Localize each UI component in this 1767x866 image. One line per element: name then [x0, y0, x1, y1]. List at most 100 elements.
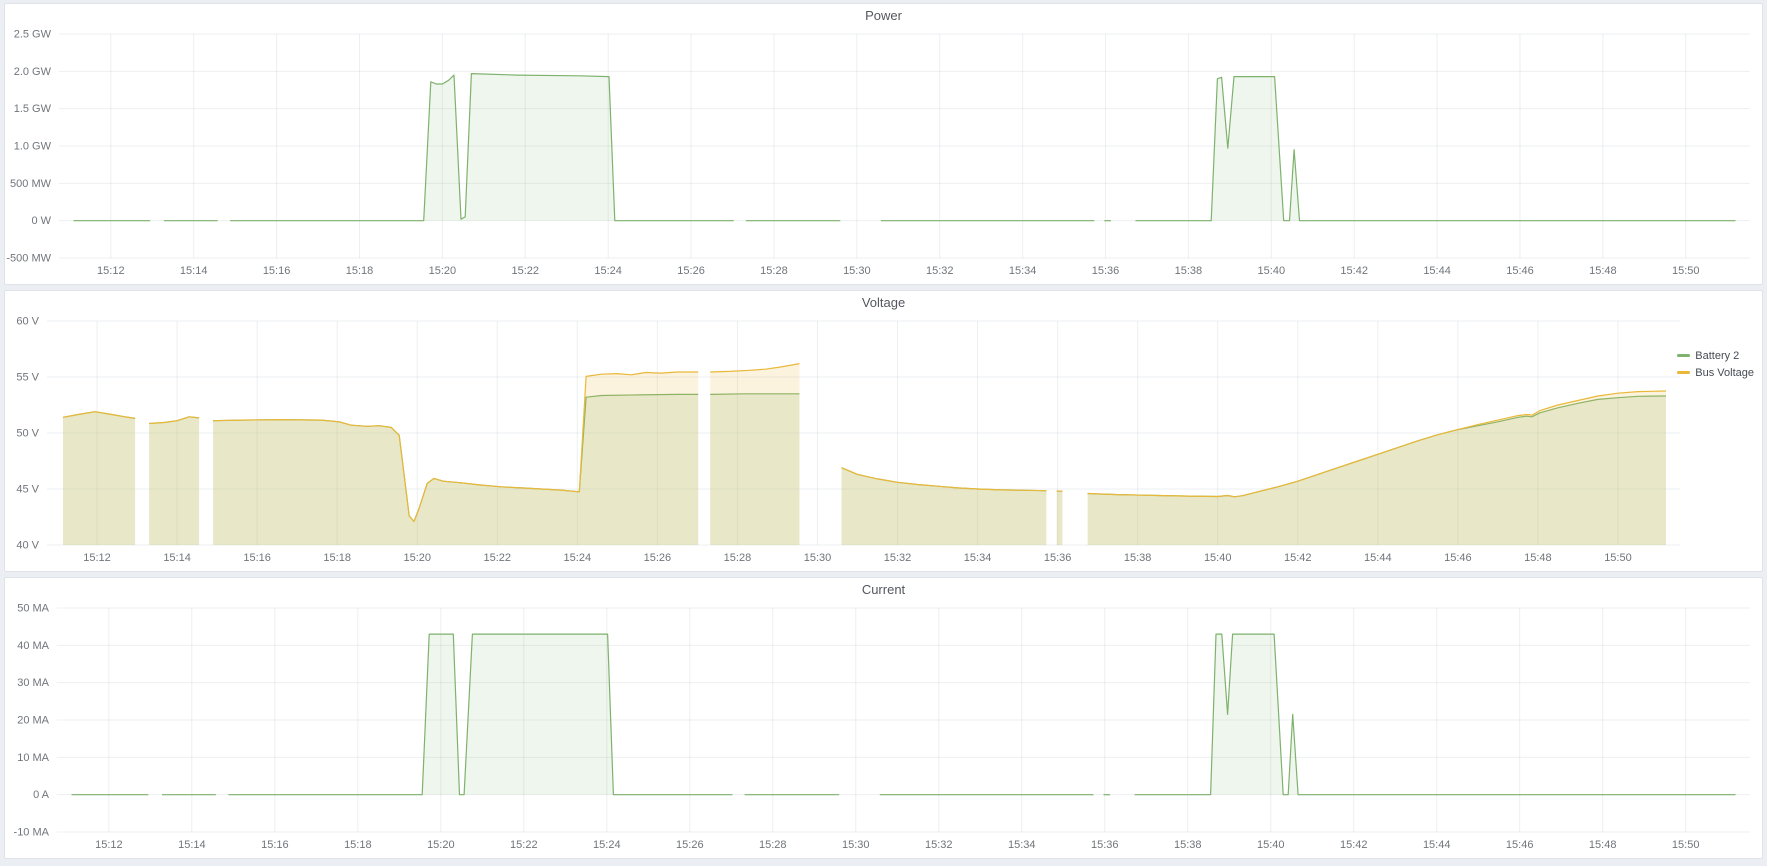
x-tick-label: 15:16 [261, 839, 289, 851]
series-area [1088, 391, 1666, 545]
voltage-chart[interactable]: 60 V55 V50 V45 V40 V15:1215:1415:1615:18… [5, 315, 1762, 571]
y-tick-label: 0 W [31, 215, 51, 227]
x-tick-label: 15:32 [925, 839, 953, 851]
legend-swatch-icon [1677, 371, 1690, 374]
x-tick-label: 15:22 [512, 265, 540, 277]
x-tick-label: 15:50 [1604, 552, 1632, 564]
x-tick-label: 15:18 [346, 265, 374, 277]
x-tick-label: 15:48 [1589, 265, 1617, 277]
current-chart[interactable]: 50 MA40 MA30 MA20 MA10 MA0 A-10 MA15:121… [5, 602, 1762, 858]
y-tick-label: 50 MA [17, 603, 49, 615]
x-tick-label: 15:14 [163, 552, 191, 564]
x-tick-label: 15:44 [1423, 839, 1451, 851]
x-tick-label: 15:24 [593, 839, 621, 851]
y-tick-label: 40 V [16, 540, 39, 552]
y-tick-label: 40 MA [17, 640, 49, 652]
x-tick-label: 15:46 [1506, 839, 1534, 851]
x-tick-label: 15:20 [429, 265, 457, 277]
panel-title-power[interactable]: Power [5, 4, 1762, 28]
x-tick-label: 15:50 [1672, 265, 1700, 277]
x-tick-label: 15:12 [95, 839, 123, 851]
x-tick-label: 15:24 [564, 552, 592, 564]
x-tick-label: 15:50 [1672, 839, 1700, 851]
legend-swatch-icon [1677, 354, 1690, 357]
series-area [1135, 634, 1736, 795]
x-tick-label: 15:48 [1524, 552, 1552, 564]
power-chart[interactable]: 2.5 GW 2.0 GW 1.5 GW 1.0 GW 500 MW 0 W -500 MW… [5, 28, 1762, 284]
series-area [1057, 491, 1063, 545]
x-tick-label: 15:24 [594, 265, 622, 277]
series-area [63, 412, 135, 545]
x-tick-label: 15:28 [759, 839, 787, 851]
x-tick-label: 15:16 [243, 552, 271, 564]
x-tick-label: 15:46 [1444, 552, 1472, 564]
y-tick-label: 2.5 GW [14, 29, 52, 41]
panel-title-current[interactable]: Current [5, 578, 1762, 602]
x-tick-label: 15:34 [1008, 839, 1036, 851]
x-tick-label: 15:14 [178, 839, 206, 851]
x-tick-label: 15:40 [1204, 552, 1232, 564]
x-tick-label: 15:20 [427, 839, 455, 851]
power-plot-svg[interactable]: 2.5 GW 2.0 GW 1.5 GW 1.0 GW 500 MW 0 W -500 MW… [5, 28, 1762, 284]
x-tick-label: 15:42 [1284, 552, 1312, 564]
y-tick-label: 0 A [33, 789, 50, 801]
panel-current: Current 50 MA40 MA30 MA20 MA10 MA0 A-10 … [4, 577, 1763, 859]
x-tick-label: 15:26 [644, 552, 672, 564]
x-tick-label: 15:22 [484, 552, 512, 564]
x-tick-label: 15:40 [1258, 265, 1286, 277]
x-tick-label: 15:36 [1092, 265, 1120, 277]
x-tick-label: 15:38 [1124, 552, 1152, 564]
x-tick-label: 15:30 [804, 552, 832, 564]
x-tick-label: 15:38 [1174, 839, 1202, 851]
y-tick-label: 30 MA [17, 677, 49, 689]
series-area [842, 468, 1047, 545]
legend: Battery 2 Bus Voltage [1677, 347, 1754, 381]
x-tick-label: 15:12 [97, 265, 125, 277]
x-tick-label: 15:30 [842, 839, 870, 851]
x-tick-label: 15:40 [1257, 839, 1285, 851]
x-tick-label: 15:20 [403, 552, 431, 564]
y-tick-label: 55 V [16, 372, 39, 384]
x-tick-label: 15:30 [843, 265, 871, 277]
x-tick-label: 15:28 [724, 552, 752, 564]
y-tick-label: 50 V [16, 428, 39, 440]
y-tick-label: 10 MA [17, 752, 49, 764]
legend-label: Battery 2 [1695, 350, 1739, 362]
y-tick-label: 1.5 GW [14, 103, 52, 115]
series-area [1135, 77, 1735, 221]
x-tick-label: 15:26 [676, 839, 704, 851]
x-tick-label: 15:42 [1340, 839, 1368, 851]
x-tick-label: 15:32 [884, 552, 912, 564]
series-area [230, 74, 734, 221]
x-tick-label: 15:14 [180, 265, 208, 277]
x-tick-label: 15:46 [1506, 265, 1534, 277]
current-plot-svg[interactable]: 50 MA40 MA30 MA20 MA10 MA0 A-10 MA15:121… [5, 602, 1762, 858]
y-tick-label: -500 MW [6, 253, 51, 265]
legend-item-bus-voltage[interactable]: Bus Voltage [1677, 364, 1754, 381]
x-tick-label: 15:18 [323, 552, 351, 564]
x-tick-label: 15:44 [1423, 265, 1451, 277]
x-tick-label: 15:48 [1589, 839, 1617, 851]
x-tick-label: 15:36 [1091, 839, 1119, 851]
panel-voltage: Voltage 60 V55 V50 V45 V40 V15:1215:1415… [4, 290, 1763, 572]
x-tick-label: 15:18 [344, 839, 372, 851]
x-tick-label: 15:26 [677, 265, 705, 277]
y-tick-label: -10 MA [14, 827, 50, 839]
voltage-plot-svg[interactable]: 60 V55 V50 V45 V40 V15:1215:1415:1615:18… [5, 315, 1762, 571]
panel-title-voltage[interactable]: Voltage [5, 291, 1762, 315]
y-tick-label: 60 V [16, 316, 39, 328]
x-tick-label: 15:42 [1340, 265, 1368, 277]
x-tick-label: 15:38 [1175, 265, 1203, 277]
x-tick-label: 15:34 [1009, 265, 1037, 277]
series-area [228, 634, 732, 795]
x-tick-label: 15:34 [964, 552, 992, 564]
legend-label: Bus Voltage [1695, 367, 1754, 379]
y-tick-label: 1.0 GW [14, 141, 52, 153]
x-tick-label: 15:28 [760, 265, 788, 277]
y-tick-label: 500 MW [10, 178, 52, 190]
legend-item-battery-2[interactable]: Battery 2 [1677, 347, 1754, 364]
y-tick-label: 2.0 GW [14, 66, 52, 78]
x-tick-label: 15:44 [1364, 552, 1392, 564]
series-area [710, 364, 799, 545]
x-tick-label: 15:32 [926, 265, 954, 277]
